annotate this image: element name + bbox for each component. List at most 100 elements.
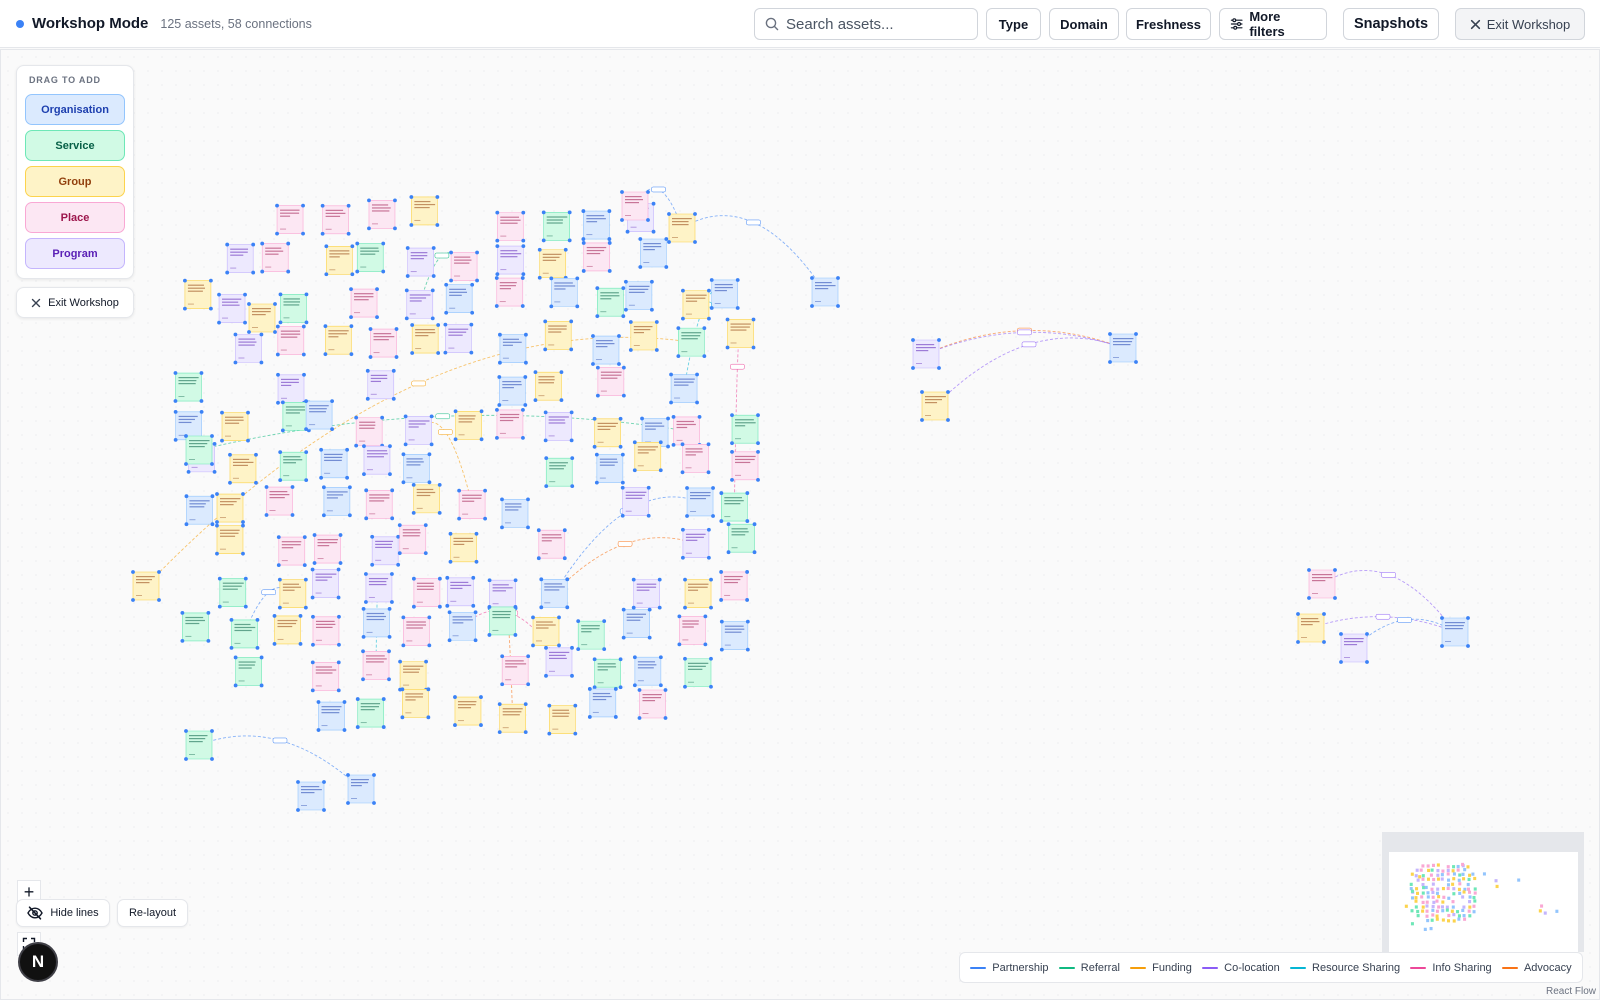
- asset-node[interactable]: [319, 447, 350, 480]
- asset-node[interactable]: [445, 575, 476, 608]
- asset-node[interactable]: [539, 577, 570, 610]
- connection-edge[interactable]: [1321, 570, 1456, 633]
- asset-node[interactable]: [320, 203, 351, 236]
- asset-node[interactable]: [184, 729, 214, 761]
- connection-edge[interactable]: [681, 215, 826, 293]
- palette-service[interactable]: Service: [25, 130, 125, 161]
- asset-node[interactable]: [304, 399, 334, 432]
- asset-node[interactable]: [536, 528, 567, 561]
- asset-node[interactable]: [920, 390, 950, 422]
- asset-node[interactable]: [725, 317, 756, 350]
- asset-node[interactable]: [631, 577, 662, 610]
- asset-node[interactable]: [260, 241, 291, 274]
- asset-node[interactable]: [275, 203, 305, 236]
- asset-node[interactable]: [591, 334, 621, 366]
- asset-node[interactable]: [448, 531, 479, 564]
- relayout-button[interactable]: Re-layout: [117, 899, 188, 927]
- asset-node[interactable]: [355, 241, 386, 274]
- asset-node[interactable]: [677, 614, 708, 647]
- asset-node[interactable]: [401, 452, 432, 485]
- asset-node[interactable]: [544, 645, 574, 678]
- asset-node[interactable]: [364, 572, 394, 604]
- asset-node[interactable]: [183, 278, 213, 311]
- palette-organisation[interactable]: Organisation: [25, 94, 125, 125]
- asset-node[interactable]: [324, 244, 355, 277]
- connection-edge[interactable]: [1353, 618, 1456, 649]
- asset-node[interactable]: [495, 408, 525, 440]
- asset-node[interactable]: [681, 288, 711, 321]
- asset-node[interactable]: [487, 605, 518, 637]
- asset-node[interactable]: [730, 413, 760, 446]
- asset-node[interactable]: [233, 332, 264, 365]
- asset-node[interactable]: [669, 372, 699, 405]
- asset-node[interactable]: [365, 368, 396, 401]
- asset-node[interactable]: [215, 492, 245, 524]
- asset-node[interactable]: [576, 619, 607, 652]
- asset-node[interactable]: [220, 410, 250, 443]
- asset-node[interactable]: [278, 450, 309, 483]
- asset-node[interactable]: [184, 494, 215, 527]
- asset-node[interactable]: [595, 365, 626, 398]
- asset-node[interactable]: [411, 576, 442, 609]
- asset-node[interactable]: [355, 697, 386, 729]
- asset-node[interactable]: [549, 276, 580, 309]
- asset-node[interactable]: [276, 535, 307, 568]
- asset-node[interactable]: [531, 615, 561, 648]
- asset-node[interactable]: [346, 773, 376, 805]
- asset-node[interactable]: [587, 687, 618, 719]
- asset-node[interactable]: [215, 523, 245, 556]
- asset-node[interactable]: [541, 210, 572, 243]
- asset-node[interactable]: [497, 702, 528, 735]
- asset-node[interactable]: [495, 210, 526, 243]
- asset-node[interactable]: [547, 703, 578, 736]
- palette-place[interactable]: Place: [25, 202, 125, 233]
- asset-node[interactable]: [275, 324, 306, 357]
- asset-node[interactable]: [594, 452, 625, 485]
- asset-node[interactable]: [719, 491, 750, 523]
- asset-node[interactable]: [680, 442, 711, 475]
- asset-node[interactable]: [401, 615, 432, 648]
- asset-node[interactable]: [184, 434, 214, 466]
- asset-node[interactable]: [810, 276, 840, 308]
- asset-node[interactable]: [217, 576, 248, 609]
- asset-node[interactable]: [500, 654, 531, 687]
- asset-node[interactable]: [349, 287, 379, 320]
- asset-node[interactable]: [637, 688, 668, 720]
- asset-node[interactable]: [685, 486, 715, 518]
- asset-node[interactable]: [680, 527, 711, 560]
- asset-node[interactable]: [173, 371, 204, 403]
- asset-node[interactable]: [368, 327, 399, 359]
- asset-node[interactable]: [457, 488, 488, 521]
- asset-node[interactable]: [1307, 568, 1337, 600]
- asset-node[interactable]: [487, 578, 518, 611]
- asset-node[interactable]: [581, 209, 612, 241]
- asset-node[interactable]: [180, 611, 211, 643]
- connection-edge[interactable]: [934, 337, 1124, 407]
- asset-node[interactable]: [312, 533, 343, 565]
- asset-node[interactable]: [264, 485, 295, 517]
- palette-group[interactable]: Group: [25, 166, 125, 197]
- asset-node[interactable]: [494, 276, 525, 308]
- asset-node[interactable]: [632, 440, 663, 473]
- asset-node[interactable]: [228, 452, 258, 485]
- asset-node[interactable]: [671, 414, 702, 447]
- asset-node[interactable]: [537, 247, 568, 280]
- react-flow-attribution[interactable]: React Flow: [1546, 986, 1596, 997]
- network-graph[interactable]: [0, 0, 1600, 1000]
- asset-node[interactable]: [497, 375, 528, 407]
- asset-node[interactable]: [1296, 612, 1326, 644]
- asset-node[interactable]: [683, 577, 713, 610]
- palette-program[interactable]: Program: [25, 238, 125, 269]
- asset-node[interactable]: [361, 607, 392, 639]
- asset-node[interactable]: [404, 288, 435, 321]
- asset-node[interactable]: [453, 695, 483, 727]
- asset-node[interactable]: [595, 286, 626, 319]
- asset-node[interactable]: [667, 212, 697, 244]
- asset-node[interactable]: [272, 614, 303, 646]
- asset-node[interactable]: [624, 279, 654, 312]
- asset-node[interactable]: [447, 610, 478, 643]
- asset-node[interactable]: [443, 322, 474, 355]
- asset-node[interactable]: [544, 456, 575, 489]
- asset-node[interactable]: [296, 780, 326, 812]
- asset-node[interactable]: [495, 244, 526, 276]
